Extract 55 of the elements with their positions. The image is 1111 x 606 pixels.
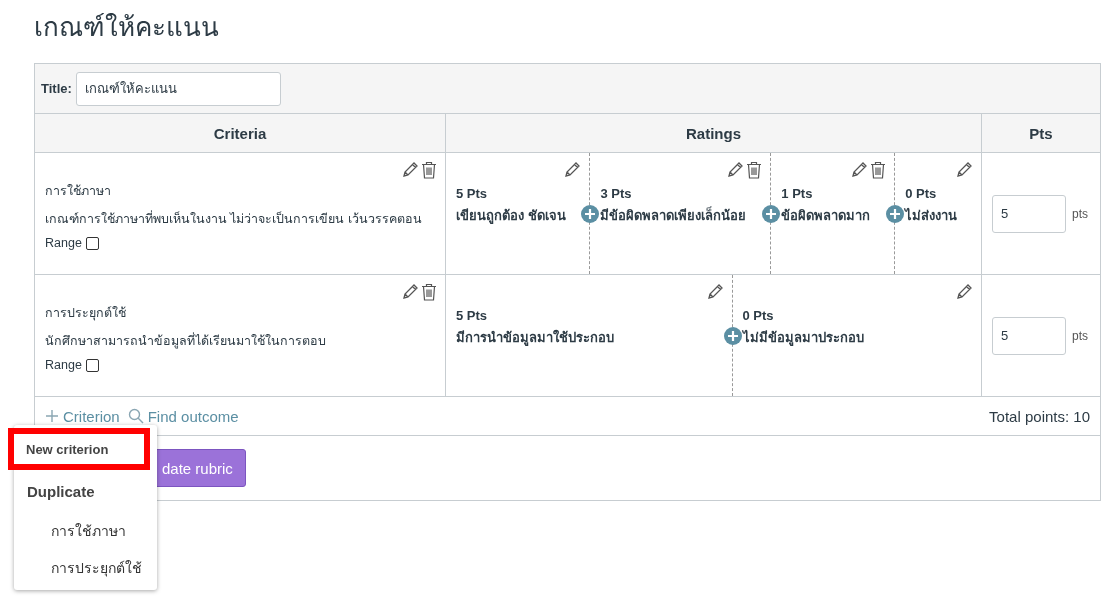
range-label: Range bbox=[45, 236, 82, 250]
rating-description: ไม่มีข้อมูลมาประกอบ bbox=[742, 329, 865, 348]
add-rating-icon[interactable] bbox=[886, 205, 905, 223]
rating-description: มีการนำข้อมูลมาใช้ประกอบ bbox=[456, 328, 615, 348]
pencil-icon[interactable] bbox=[401, 283, 419, 301]
column-header: Ratings bbox=[446, 114, 982, 152]
trash-icon[interactable] bbox=[746, 161, 763, 179]
pencil-icon[interactable] bbox=[563, 161, 582, 179]
points-field[interactable]: 5 bbox=[992, 316, 1066, 355]
add-rating-icon[interactable] bbox=[581, 205, 600, 223]
pencil-icon[interactable] bbox=[705, 283, 724, 301]
rating-points: 5 Pts bbox=[456, 308, 489, 323]
rating-points: 5 Pts bbox=[456, 186, 489, 201]
rating-description: เขียนถูกต้อง ชัดเจน bbox=[456, 207, 567, 226]
title-field[interactable]: เกณฑ์ให้คะแนน bbox=[75, 71, 281, 106]
trash-icon[interactable] bbox=[421, 283, 437, 301]
total-points: Total points: 10 bbox=[989, 407, 1090, 425]
trash-icon[interactable] bbox=[421, 161, 437, 179]
range-checkbox[interactable] bbox=[85, 236, 99, 250]
range-label: Range bbox=[45, 358, 82, 372]
criterion-name: การใช้ภาษา bbox=[45, 183, 112, 200]
search-icon bbox=[127, 408, 144, 424]
duplicate-item[interactable]: การใช้ภาษา bbox=[14, 508, 157, 545]
pencil-icon[interactable] bbox=[726, 161, 745, 179]
rating-points: 3 Pts bbox=[600, 186, 633, 201]
add-rating-icon[interactable] bbox=[723, 327, 742, 345]
rating-description: ไม่ส่งงาน bbox=[905, 207, 959, 225]
points-unit: pts bbox=[1072, 328, 1088, 343]
duplicate-heading: Duplicate bbox=[26, 482, 96, 502]
column-header: Pts bbox=[1028, 123, 1054, 144]
duplicate-item[interactable]: การประยุกต์ใช้ bbox=[14, 545, 157, 582]
rating-points: 0 Pts bbox=[742, 308, 775, 323]
find-outcome-button[interactable]: Find outcome bbox=[127, 407, 239, 425]
rating-description: ข้อผิดพลาดมาก bbox=[781, 207, 872, 225]
points-unit: pts bbox=[1072, 206, 1088, 221]
page-title: เกณฑ์ให้คะแนน bbox=[34, 11, 220, 44]
pencil-icon[interactable] bbox=[850, 161, 869, 179]
rating-points: 1 Pts bbox=[781, 186, 814, 201]
pencil-icon[interactable] bbox=[955, 161, 973, 179]
plus-icon bbox=[45, 409, 59, 423]
pencil-icon[interactable] bbox=[955, 283, 973, 301]
criterion-description: เกณฑ์การใช้ภาษาที่พบเห็นในงาน ไม่ว่าจะเป็นการเขียน เว้นวรรคตอน bbox=[45, 209, 423, 228]
new-criterion-item[interactable]: New criterion bbox=[8, 428, 150, 470]
add-criterion-button[interactable]: Criterion bbox=[45, 407, 120, 425]
criterion-name: การประยุกต์ใช้ bbox=[45, 305, 127, 323]
title-label: Title: bbox=[41, 81, 72, 96]
trash-icon[interactable] bbox=[870, 161, 887, 179]
column-header: Criteria bbox=[35, 114, 446, 152]
rating-points: 0 Pts bbox=[905, 186, 938, 201]
add-rating-icon[interactable] bbox=[762, 205, 781, 223]
rating-description: มีข้อผิดพลาดเพียงเล็กน้อย bbox=[600, 205, 748, 225]
criterion-description: นักศึกษาสามารถนำข้อมูลที่ได้เรียนมาใช้ในการตอบ bbox=[45, 331, 327, 351]
points-field[interactable]: 5 bbox=[992, 194, 1066, 233]
pencil-icon[interactable] bbox=[401, 161, 419, 179]
range-checkbox[interactable] bbox=[85, 358, 99, 372]
